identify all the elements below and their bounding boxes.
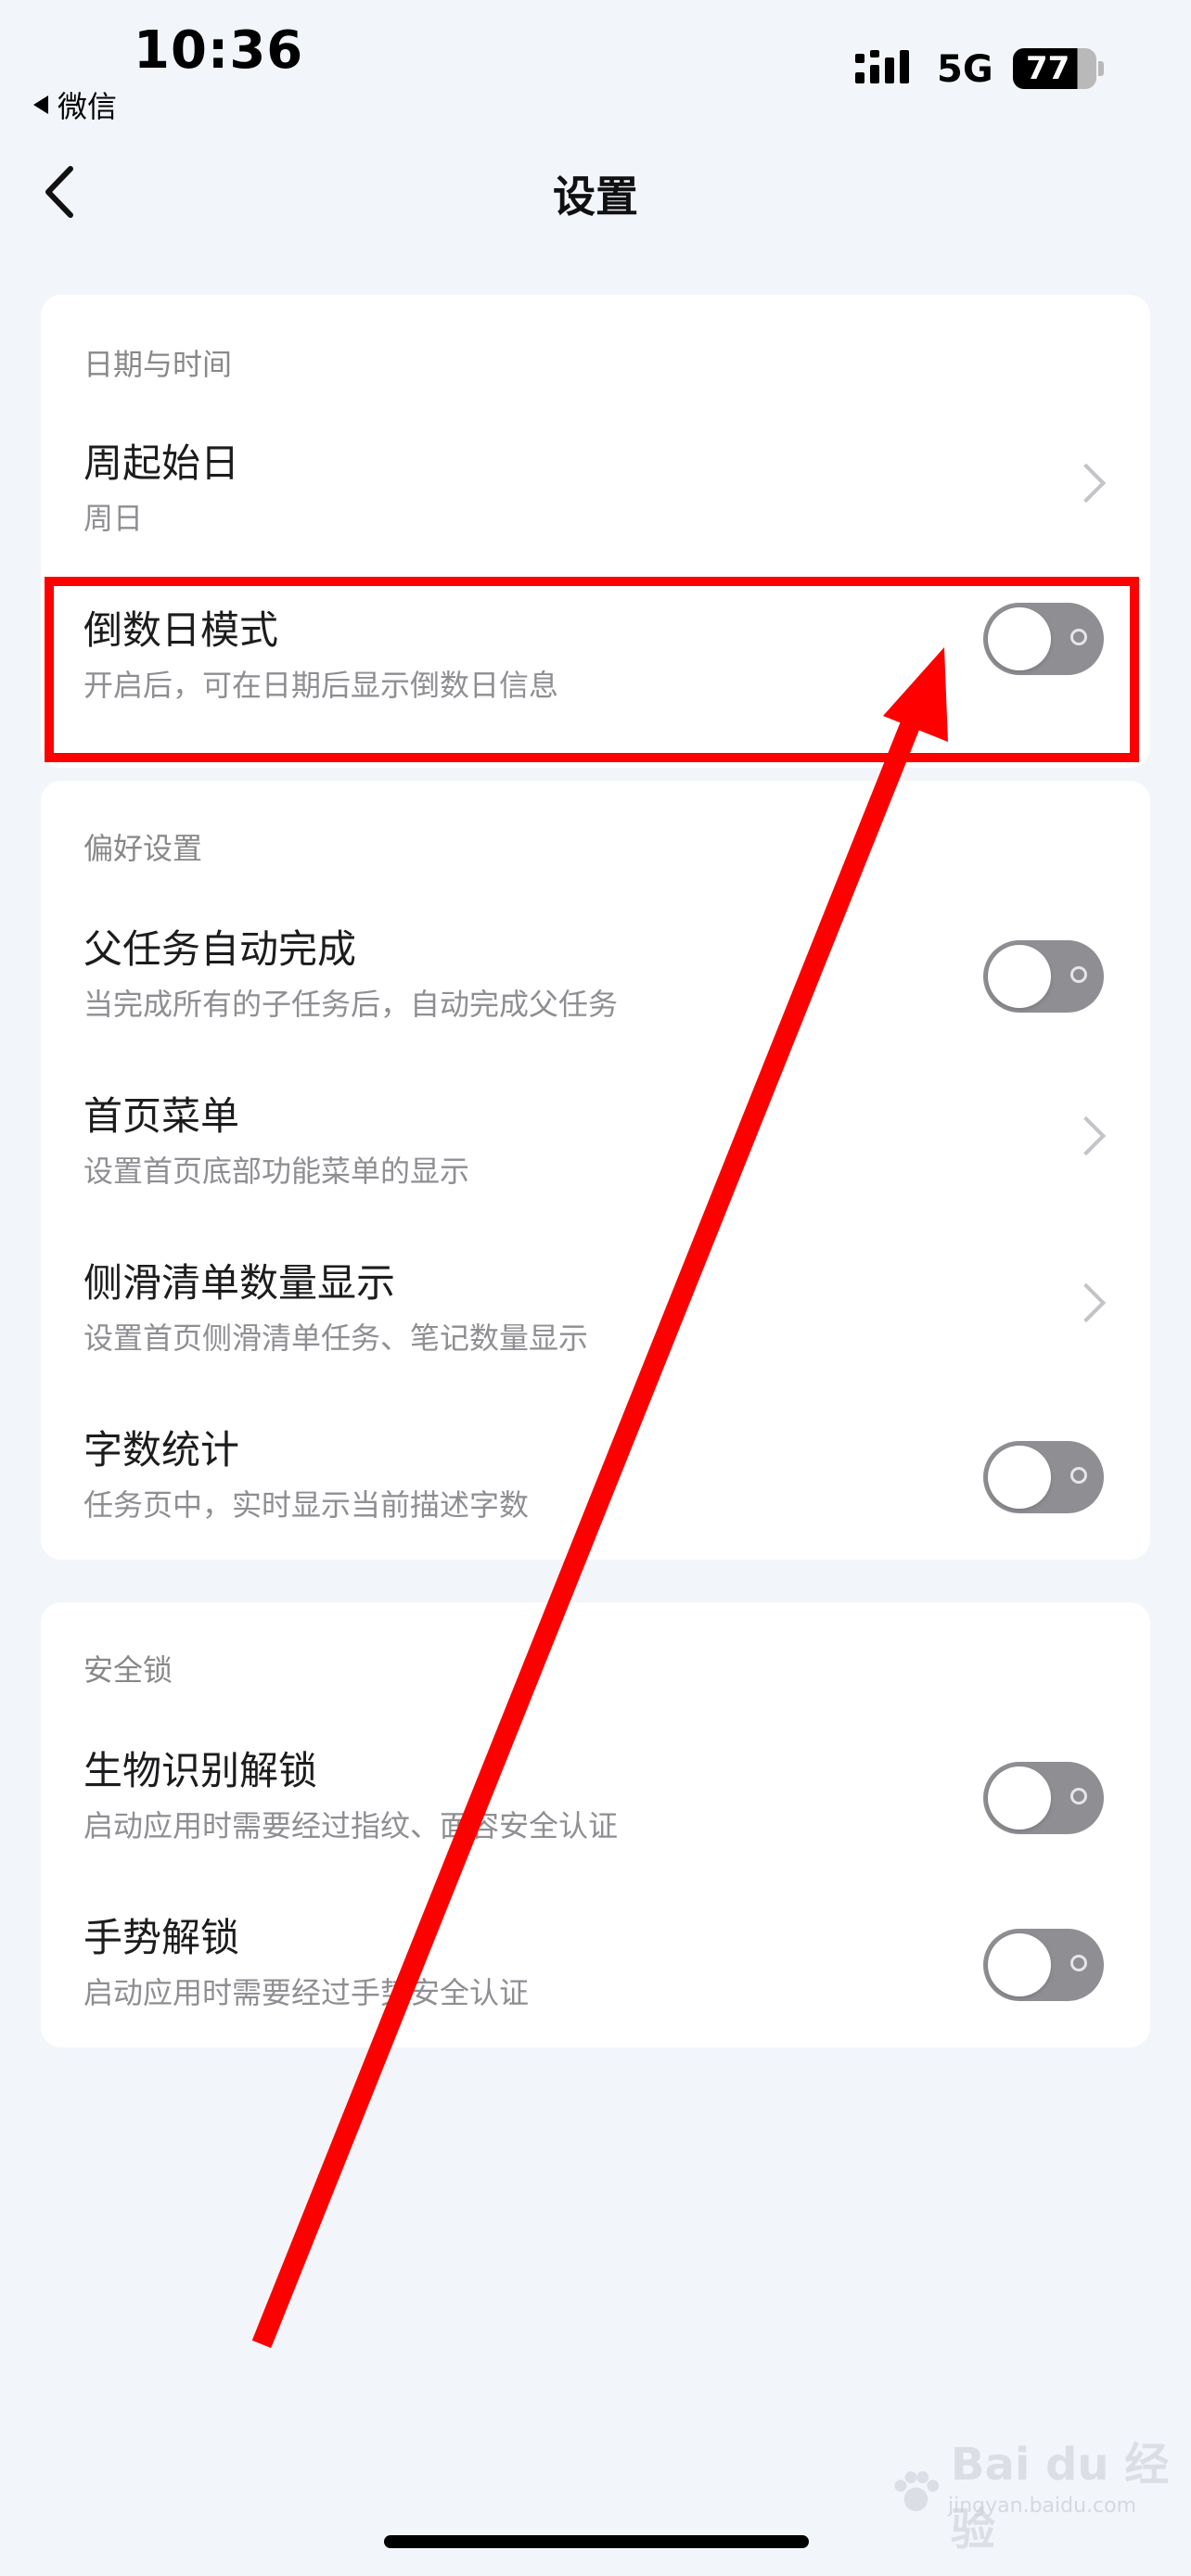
- chevron-right-icon: [1066, 463, 1107, 504]
- chevron-right-icon: [1066, 1282, 1107, 1323]
- back-to-app-link[interactable]: 微信: [33, 83, 117, 126]
- parent-autocomplete-toggle[interactable]: [983, 940, 1104, 1013]
- battery-cap: [1098, 61, 1104, 76]
- toggle-off-indicator-icon: [1070, 1467, 1087, 1484]
- setting-row-home-menu[interactable]: 首页菜单 设置首页底部功能菜单的显示: [41, 1057, 1150, 1224]
- setting-row-gesture-unlock: 手势解锁 启动应用时需要经过手势安全认证: [41, 1879, 1150, 2046]
- setting-row-biometric-unlock: 生物识别解锁 启动应用时需要经过指纹、面容安全认证: [41, 1712, 1150, 1879]
- gesture-unlock-toggle[interactable]: [983, 1929, 1104, 2001]
- section-header: 安全锁: [83, 1652, 173, 1688]
- chevron-right-icon: [1066, 1116, 1107, 1156]
- setting-subtitle: 设置首页侧滑清单任务、笔记数量显示: [83, 1320, 589, 1356]
- setting-title: 侧滑清单数量显示: [83, 1260, 396, 1306]
- toggle-off-indicator-icon: [1070, 1788, 1087, 1804]
- setting-row-word-count: 字数统计 任务页中，实时显示当前描述字数: [41, 1391, 1150, 1558]
- setting-title: 字数统计: [83, 1427, 240, 1473]
- battery-percent: 77: [1026, 50, 1070, 87]
- section-header: 偏好设置: [83, 831, 203, 866]
- biometric-unlock-toggle[interactable]: [983, 1762, 1104, 1834]
- section-security-lock: 安全锁 生物识别解锁 启动应用时需要经过指纹、面容安全认证 手势解锁 启动应用时…: [41, 1602, 1150, 2047]
- annotation-highlight-box: [45, 577, 1139, 762]
- toggle-knob: [988, 1446, 1051, 1509]
- setting-subtitle: 设置首页底部功能菜单的显示: [83, 1154, 470, 1189]
- back-app-label: 微信: [58, 89, 118, 124]
- setting-title: 父任务自动完成: [83, 926, 357, 972]
- setting-subtitle: 启动应用时需要经过指纹、面容安全认证: [83, 1808, 619, 1843]
- setting-title: 生物识别解锁: [83, 1748, 318, 1793]
- toggle-knob: [988, 945, 1051, 1008]
- home-indicator[interactable]: [384, 2535, 809, 2548]
- signal-icon: [855, 50, 909, 83]
- battery-icon: 77: [1013, 48, 1096, 89]
- setting-row-parent-autocomplete: 父任务自动完成 当完成所有的子任务后，自动完成父任务: [41, 890, 1150, 1057]
- setting-subtitle: 周日: [83, 501, 144, 536]
- setting-subtitle: 当完成所有的子任务后，自动完成父任务: [83, 987, 619, 1022]
- back-triangle-icon: [33, 96, 48, 114]
- toggle-off-indicator-icon: [1070, 966, 1087, 983]
- status-time: 10:36: [134, 20, 304, 81]
- watermark-text: Bai du 经验: [950, 2439, 1170, 2556]
- watermark-url: jingyan.baidu.com: [948, 2494, 1137, 2518]
- setting-title: 首页菜单: [83, 1093, 240, 1139]
- baidu-watermark: Bai du 经验: [890, 2428, 1191, 2557]
- network-type: 5G: [937, 48, 993, 91]
- toggle-knob: [988, 1933, 1051, 1996]
- toggle-knob: [988, 1766, 1051, 1830]
- setting-row-drawer-count[interactable]: 侧滑清单数量显示 设置首页侧滑清单任务、笔记数量显示: [41, 1224, 1150, 1391]
- setting-title: 手势解锁: [83, 1915, 240, 1960]
- setting-title: 周起始日: [83, 440, 240, 486]
- word-count-toggle[interactable]: [983, 1441, 1104, 1513]
- paw-icon: [894, 2471, 940, 2512]
- toggle-off-indicator-icon: [1070, 1955, 1087, 1971]
- section-preferences: 偏好设置 父任务自动完成 当完成所有的子任务后，自动完成父任务 首页菜单 设置首…: [41, 781, 1150, 1560]
- setting-subtitle: 任务页中，实时显示当前描述字数: [83, 1487, 530, 1523]
- page-title: 设置: [553, 172, 638, 222]
- section-header: 日期与时间: [83, 347, 233, 382]
- setting-subtitle: 启动应用时需要经过手势安全认证: [83, 1975, 530, 2010]
- setting-row-week-start[interactable]: 周起始日 周日: [41, 404, 1150, 571]
